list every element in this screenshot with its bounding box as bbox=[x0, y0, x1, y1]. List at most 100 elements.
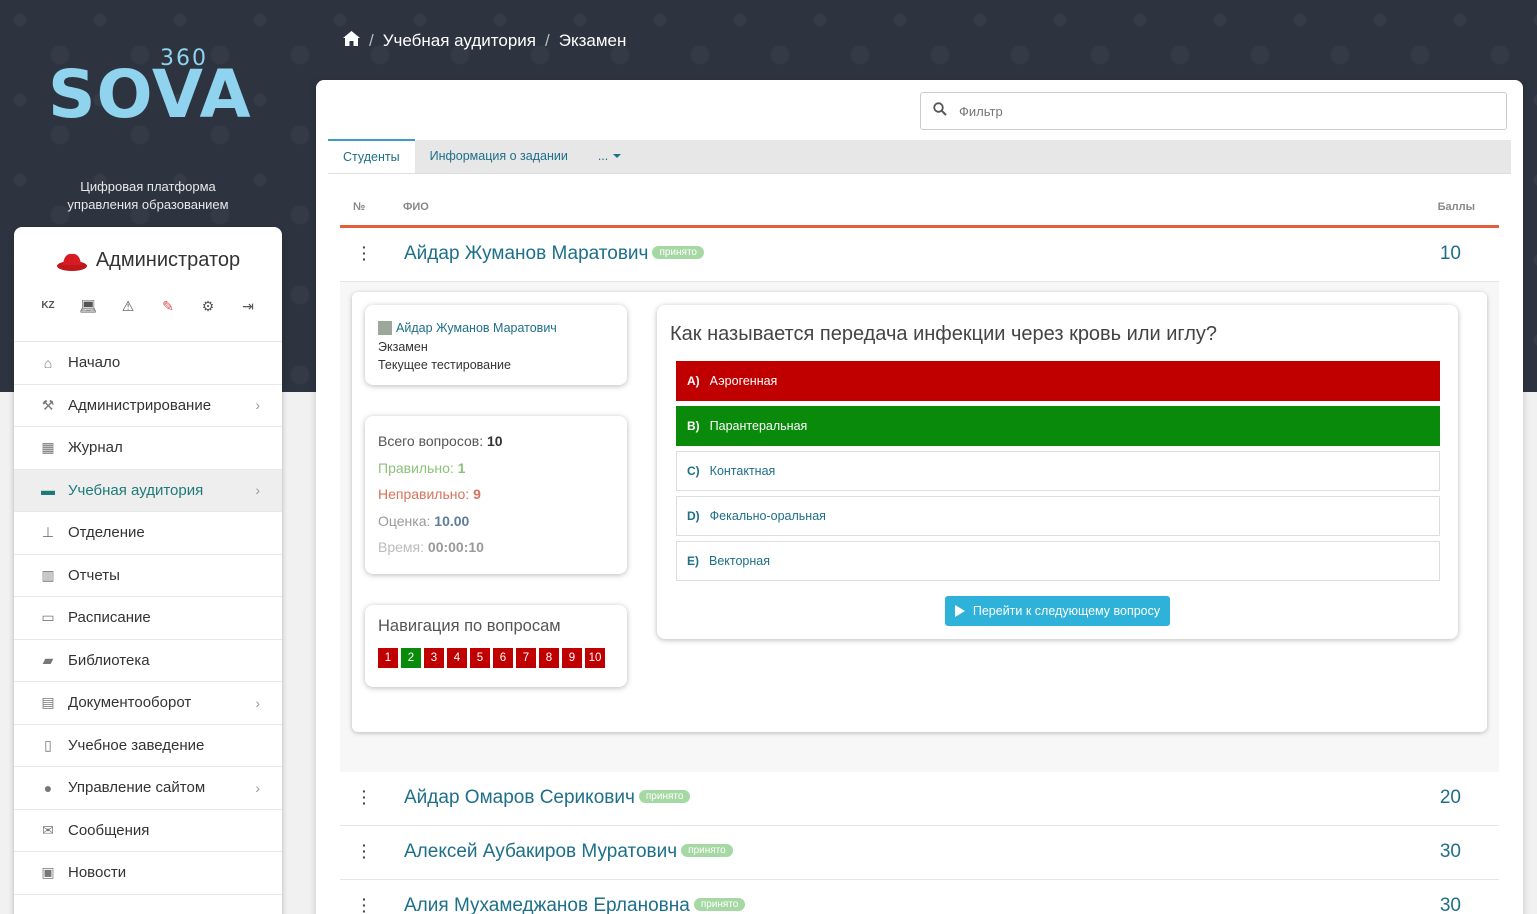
sidebar-item-schedule[interactable]: ▭ Расписание bbox=[14, 597, 282, 640]
tab-more-label: ... bbox=[597, 149, 609, 163]
stat-total: Всего вопросов: 10 bbox=[378, 428, 614, 455]
sidebar-item-label: Сообщения bbox=[68, 821, 150, 839]
sidebar-item-label: Расписание bbox=[68, 609, 151, 627]
answer-text: Фекально-оральная bbox=[709, 509, 826, 523]
filter-field[interactable] bbox=[920, 92, 1507, 130]
student-detail: Айдар Жуманов Маратович Экзамен Текущее … bbox=[340, 282, 1499, 772]
gavel-icon: ⚒ bbox=[41, 396, 55, 413]
pencil-icon[interactable]: ✎ bbox=[159, 298, 177, 315]
sidebar-item-site-management[interactable]: ● Управление сайтом › bbox=[14, 767, 282, 810]
status-badge: принято bbox=[652, 246, 704, 259]
question-nav-card: Навигация по вопросам 1 2 3 4 5 6 7 8 9 10 bbox=[365, 605, 627, 687]
tagline-line-1: Цифровая платформа bbox=[80, 179, 216, 194]
sidebar-item-documents[interactable]: ▤ Документооборот › bbox=[14, 682, 282, 725]
stats-card: Всего вопросов: 10 Правильно: 1 Неправил… bbox=[365, 416, 627, 574]
book-icon: ▰ bbox=[42, 651, 54, 668]
student-name[interactable]: Алексей Аубакиров Муратович принято bbox=[404, 841, 733, 863]
home-icon: ⌂ bbox=[43, 354, 53, 371]
answer-option-b[interactable]: B) Парантеральная bbox=[676, 406, 1440, 446]
sidebar-item-administration[interactable]: ⚒ Администрирование › bbox=[14, 385, 282, 427]
brand-tagline: Цифровая платформа управления образовани… bbox=[14, 178, 282, 214]
row-menu-icon[interactable]: · · · bbox=[362, 784, 367, 810]
student-name-text: Айдар Жуманов Маратович bbox=[404, 243, 649, 264]
chevron-right-icon: › bbox=[255, 482, 260, 499]
chevron-right-icon: › bbox=[255, 694, 260, 711]
table-row[interactable]: · · · Айдар Жуманов Маратович принято 10 bbox=[340, 228, 1499, 282]
language-toggle[interactable]: KZ bbox=[39, 298, 57, 315]
student-name[interactable]: Айдар Омаров Серикович принято bbox=[404, 787, 691, 809]
student-score: 30 bbox=[1439, 895, 1461, 914]
question-nav-button[interactable]: 1 bbox=[378, 648, 398, 668]
sidebar-item-classroom[interactable]: ▬ Учебная аудитория › bbox=[14, 469, 282, 512]
question-nav-button[interactable]: 5 bbox=[470, 648, 490, 668]
gear-icon[interactable]: ⚙ bbox=[199, 298, 217, 315]
table-row[interactable]: · · · Алия Мухамеджанов Ерлановна принято 3… bbox=[340, 880, 1499, 914]
envelope-icon: ✉ bbox=[42, 821, 54, 838]
warning-icon[interactable]: ⚠︎ bbox=[119, 298, 137, 315]
next-question-button[interactable]: Перейти к следующему вопросу bbox=[945, 596, 1170, 626]
stat-grade: Оценка: 10.00 bbox=[378, 508, 614, 535]
question-nav-button[interactable]: 4 bbox=[447, 648, 467, 668]
filter-input[interactable] bbox=[959, 103, 1459, 119]
student-link[interactable]: Айдар Жуманов Маратович bbox=[378, 319, 614, 338]
table-row[interactable]: · · · Айдар Омаров Серикович принято 20 bbox=[340, 772, 1499, 826]
sidebar-item-institution[interactable]: ▯ Учебное заведение bbox=[14, 725, 282, 767]
bar-chart-icon: ▥ bbox=[41, 566, 55, 583]
answer-option-d[interactable]: D) Фекально-оральная bbox=[676, 496, 1440, 536]
tab-bar: Студенты Информация о задании ... bbox=[328, 139, 1511, 174]
answer-letter: A) bbox=[687, 374, 700, 388]
stat-label: Неправильно: bbox=[378, 486, 470, 502]
tab-task-info[interactable]: Информация о задании bbox=[415, 139, 583, 173]
sidebar-item-journal[interactable]: ▦ Журнал bbox=[14, 427, 282, 470]
document-icon: ▤ bbox=[41, 694, 55, 711]
stat-value: 00:00:10 bbox=[427, 539, 484, 555]
sidebar-item-reports[interactable]: ▥ Отчеты bbox=[14, 555, 282, 597]
laptop-icon[interactable]: 💻︎ bbox=[79, 298, 97, 315]
question-nav-button[interactable]: 10 bbox=[585, 648, 605, 668]
header-number: № bbox=[353, 201, 366, 213]
student-name[interactable]: Алия Мухамеджанов Ерлановна принято bbox=[404, 895, 746, 914]
answer-text: Аэрогенная bbox=[709, 374, 778, 388]
breadcrumb-classroom[interactable]: Учебная аудитория bbox=[383, 31, 536, 51]
tab-students[interactable]: Студенты bbox=[328, 139, 415, 173]
student-name[interactable]: Айдар Жуманов Маратович принято bbox=[404, 243, 704, 265]
test-state: Текущее тестирование bbox=[378, 358, 511, 372]
logout-icon[interactable]: ⇥ bbox=[239, 298, 257, 315]
row-menu-icon[interactable]: · · · bbox=[362, 240, 367, 266]
status-badge: принято bbox=[693, 898, 746, 911]
sidebar-item-news[interactable]: ▣ Новости bbox=[14, 852, 282, 895]
status-badge: принято bbox=[681, 844, 733, 857]
answer-option-e[interactable]: E) Векторная bbox=[676, 541, 1440, 581]
sidebar-item-label: Новости bbox=[68, 864, 127, 882]
home-icon[interactable] bbox=[343, 31, 360, 51]
tab-more[interactable]: ... bbox=[583, 139, 636, 173]
play-icon bbox=[954, 605, 965, 617]
sidebar-item-messages[interactable]: ✉ Сообщения bbox=[14, 810, 282, 852]
question-nav-button[interactable]: 9 bbox=[562, 648, 582, 668]
newspaper-icon: ▣ bbox=[41, 864, 55, 881]
table-row[interactable]: · · · Алексей Аубакиров Муратович принято 3… bbox=[340, 826, 1499, 880]
sidebar-item-label: Отчеты bbox=[68, 566, 120, 584]
sitemap-icon: ⊥ bbox=[41, 524, 55, 541]
sidebar-item-department[interactable]: ⊥ Отделение bbox=[14, 512, 282, 555]
question-nav-button[interactable]: 2 bbox=[401, 648, 421, 668]
answer-text: Парантеральная bbox=[709, 419, 808, 433]
student-score: 10 bbox=[1439, 243, 1461, 264]
question-nav-button[interactable]: 8 bbox=[539, 648, 559, 668]
student-name-text: Алексей Аубакиров Муратович bbox=[404, 841, 678, 862]
question-nav-button[interactable]: 7 bbox=[516, 648, 536, 668]
student-name-text: Айдар Омаров Серикович bbox=[404, 787, 635, 808]
sova-logo[interactable]: 360 SOVA bbox=[48, 44, 251, 134]
breadcrumb-separator: / bbox=[544, 31, 550, 50]
student-score: 30 bbox=[1439, 841, 1461, 862]
answer-option-a[interactable]: A) Аэрогенная bbox=[676, 361, 1440, 401]
answer-letter: B) bbox=[687, 419, 700, 433]
sidebar-item-home[interactable]: ⌂ Начало bbox=[14, 342, 282, 385]
row-menu-icon[interactable]: · · · bbox=[362, 838, 367, 864]
row-menu-icon[interactable]: · · · bbox=[362, 892, 367, 914]
question-nav-button[interactable]: 3 bbox=[424, 648, 444, 668]
question-nav-button[interactable]: 6 bbox=[493, 648, 513, 668]
sidebar-item-library[interactable]: ▰ Библиотека bbox=[14, 640, 282, 682]
question-nav-buttons: 1 2 3 4 5 6 7 8 9 10 bbox=[378, 648, 614, 668]
answer-option-c[interactable]: C) Контактная bbox=[676, 451, 1440, 491]
